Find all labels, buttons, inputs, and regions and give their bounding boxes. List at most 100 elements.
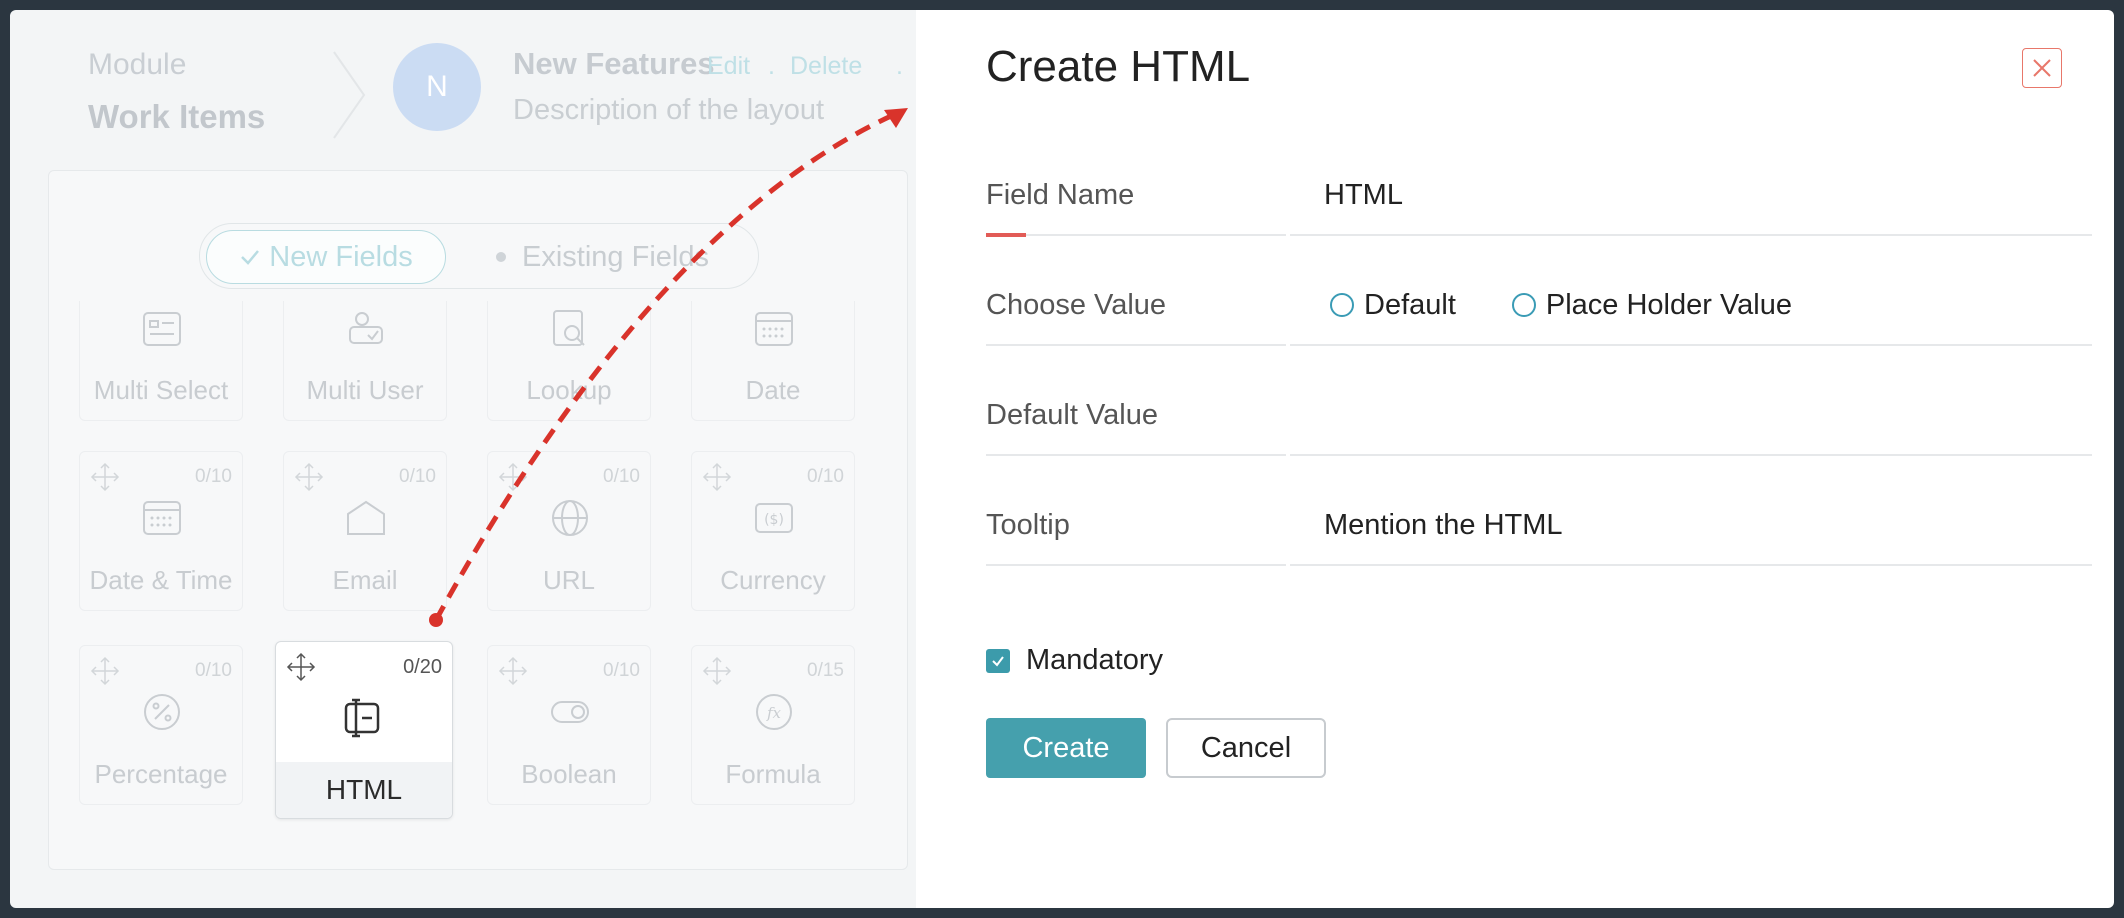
radio-placeholder-value[interactable]: Place Holder Value bbox=[1511, 288, 1792, 322]
field-count: 0/10 bbox=[603, 660, 640, 681]
module-label: Module bbox=[88, 48, 187, 81]
default-value-label: Default Value bbox=[986, 376, 1286, 456]
tab-new-fields-label: New Fields bbox=[269, 240, 413, 273]
field-name-label: Field Name bbox=[986, 156, 1286, 236]
field-card[interactable]: 0/10 Date & Time bbox=[79, 451, 243, 611]
link-separator: . bbox=[768, 52, 775, 80]
delete-link[interactable]: Delete bbox=[790, 52, 862, 81]
avatar: N bbox=[393, 43, 481, 131]
field-count: 0/10 bbox=[603, 466, 640, 487]
default-value-row: Default Value bbox=[986, 376, 2092, 456]
tooltip-input[interactable]: Mention the HTML bbox=[1290, 486, 2092, 566]
choose-value-options: Default Place Holder Value bbox=[1290, 266, 2092, 346]
check-icon bbox=[241, 250, 260, 265]
url-icon bbox=[552, 500, 588, 536]
field-tabs: New Fields Existing Fields bbox=[199, 223, 759, 289]
radio-circle-icon bbox=[1511, 293, 1536, 317]
multi-select-icon bbox=[143, 312, 181, 346]
field-card[interactable]: Multi User bbox=[283, 301, 447, 421]
field-card[interactable]: Date bbox=[691, 301, 855, 421]
currency-icon: ($) bbox=[755, 503, 793, 533]
field-palette: New Fields Existing Fields Multi Select bbox=[48, 170, 908, 870]
field-card[interactable]: 0/10 URL bbox=[487, 451, 651, 611]
field-card-label: Multi User bbox=[306, 375, 424, 405]
create-field-dialog: Create HTML Field Name HTML Choose Value… bbox=[916, 10, 2114, 908]
field-card-label: Date bbox=[745, 375, 801, 405]
move-icon[interactable] bbox=[702, 656, 732, 686]
field-card[interactable]: 0/10 Email bbox=[283, 451, 447, 611]
checkbox-checked-icon bbox=[986, 648, 1010, 673]
tab-existing-fields-label: Existing Fields bbox=[522, 240, 709, 273]
dialog-title: Create HTML bbox=[986, 42, 1251, 91]
move-icon[interactable] bbox=[294, 462, 324, 492]
lookup-icon bbox=[553, 310, 585, 346]
field-card-label: Currency bbox=[720, 565, 826, 595]
field-card-label: Boolean bbox=[521, 759, 617, 789]
breadcrumb-chevron-icon bbox=[333, 51, 366, 139]
close-button[interactable] bbox=[2022, 48, 2062, 88]
field-card-label: Email bbox=[332, 565, 398, 595]
field-card[interactable]: 0/10 ($) Currency bbox=[691, 451, 855, 611]
tooltip-label: Tooltip bbox=[986, 486, 1286, 566]
choose-value-label: Choose Value bbox=[986, 266, 1286, 346]
move-icon[interactable] bbox=[702, 462, 732, 492]
radio-default[interactable]: Default bbox=[1330, 289, 1456, 322]
move-icon[interactable] bbox=[90, 656, 120, 686]
radio-circle-icon bbox=[1330, 293, 1354, 317]
boolean-icon bbox=[551, 701, 589, 723]
dot-icon bbox=[496, 252, 506, 262]
default-value-input[interactable] bbox=[1290, 376, 2092, 456]
create-button[interactable]: Create bbox=[986, 718, 1146, 778]
tab-new-fields[interactable]: New Fields bbox=[206, 230, 446, 284]
field-count: 0/15 bbox=[807, 660, 844, 681]
mandatory-label: Mandatory bbox=[1026, 644, 1164, 676]
field-card-label: URL bbox=[542, 565, 595, 595]
choose-value-row: Choose Value Default Place Holder Value bbox=[986, 266, 2092, 346]
tooltip-row: Tooltip Mention the HTML bbox=[986, 486, 2092, 566]
layout-description: Description of the layout bbox=[513, 94, 825, 126]
field-card[interactable]: 0/15 fx Formula bbox=[691, 645, 855, 805]
link-separator: . bbox=[896, 52, 903, 80]
radio-default-label: Default bbox=[1364, 288, 1456, 321]
radio-placeholder-label: Place Holder Value bbox=[1545, 288, 1792, 321]
date-icon bbox=[755, 312, 793, 346]
field-card-label: Date & Time bbox=[89, 565, 233, 595]
move-icon[interactable] bbox=[286, 652, 316, 682]
focus-indicator bbox=[986, 233, 1026, 237]
html-icon bbox=[344, 698, 380, 738]
edit-link[interactable]: Edit bbox=[707, 52, 750, 81]
field-card-html[interactable]: 0/20 HTML bbox=[275, 641, 453, 819]
field-card[interactable]: 0/10 Boolean bbox=[487, 645, 651, 805]
field-card-label: Percentage bbox=[94, 759, 228, 789]
email-icon bbox=[347, 500, 385, 535]
svg-text:($): ($) bbox=[764, 512, 784, 528]
field-card-label: Lookup bbox=[526, 375, 612, 405]
field-card-label: Formula bbox=[725, 759, 821, 789]
tab-existing-fields[interactable]: Existing Fields bbox=[496, 236, 709, 278]
field-count: 0/20 bbox=[403, 656, 442, 678]
move-icon[interactable] bbox=[498, 656, 528, 686]
field-count: 0/10 bbox=[195, 466, 232, 487]
field-count: 0/10 bbox=[195, 660, 232, 681]
mandatory-checkbox[interactable]: Mandatory bbox=[986, 644, 1163, 677]
module-value[interactable]: Work Items bbox=[88, 98, 265, 136]
move-icon[interactable] bbox=[90, 462, 120, 492]
field-card[interactable]: Multi Select bbox=[79, 301, 243, 421]
layout-name: New Features bbox=[513, 46, 715, 81]
field-card[interactable]: Lookup bbox=[487, 301, 651, 421]
field-name-row: Field Name HTML bbox=[986, 156, 2092, 237]
field-count: 0/10 bbox=[807, 466, 844, 487]
close-icon bbox=[2033, 59, 2051, 77]
field-card-label: Multi Select bbox=[93, 375, 229, 405]
cancel-button[interactable]: Cancel bbox=[1166, 718, 1326, 778]
percentage-icon bbox=[144, 694, 180, 730]
field-count: 0/10 bbox=[399, 466, 436, 487]
svg-text:fx: fx bbox=[766, 704, 782, 722]
move-icon[interactable] bbox=[498, 462, 528, 492]
formula-icon: fx bbox=[756, 694, 792, 730]
field-card[interactable]: 0/10 Percentage bbox=[79, 645, 243, 805]
date-time-icon bbox=[143, 501, 181, 535]
field-card-label: HTML bbox=[325, 774, 403, 805]
field-name-input[interactable]: HTML bbox=[1290, 156, 2092, 236]
layout-editor: Module Work Items N New Features Descrip… bbox=[10, 10, 916, 908]
